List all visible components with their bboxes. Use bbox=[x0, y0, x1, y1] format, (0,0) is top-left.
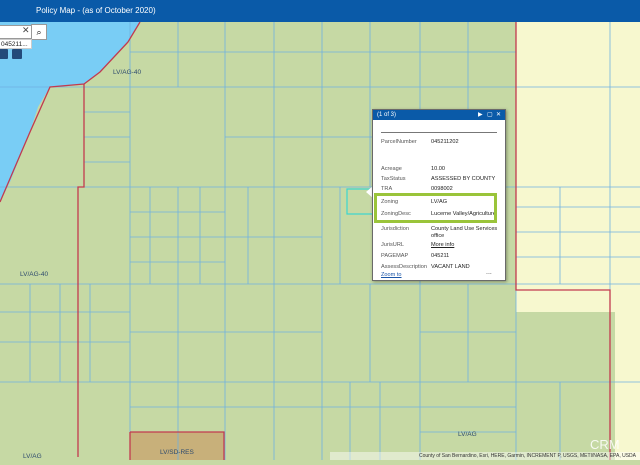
map-graphics bbox=[0, 21, 640, 460]
watermark: CRM bbox=[590, 437, 620, 452]
divider bbox=[381, 132, 497, 133]
zoom-to-link[interactable]: Zoom to bbox=[381, 272, 402, 278]
zoning-highlight-box bbox=[374, 193, 497, 223]
zone-label: LV/SD-RES bbox=[160, 449, 194, 456]
close-icon[interactable]: ✕ bbox=[22, 25, 30, 36]
map-attribution: County of San Bernardino, Esri, HERE, Ga… bbox=[330, 452, 640, 460]
more-options-button[interactable]: ... bbox=[486, 269, 492, 276]
popup-counter: (1 of 3) bbox=[377, 112, 397, 118]
search-icon: ⌕ bbox=[36, 27, 42, 37]
zone-label: LV/AG-40 bbox=[20, 271, 49, 278]
zone-label: LV/AG bbox=[458, 431, 477, 438]
app-header: Policy Map - (as of October 2020) bbox=[0, 0, 640, 22]
map-canvas[interactable]: LV/AG-40 LV/AG-40 LV/AG LV/AG LV/SD-RES bbox=[0, 21, 640, 460]
zoom-tool-button[interactable] bbox=[0, 49, 8, 59]
home-tool-button[interactable] bbox=[12, 49, 22, 59]
zone-label: LV/AG-40 bbox=[113, 69, 142, 76]
close-icon[interactable]: ✕ bbox=[496, 110, 501, 120]
search-button[interactable]: ⌕ bbox=[31, 24, 47, 40]
page-title: Policy Map - (as of October 2020) bbox=[36, 6, 156, 15]
popup-header: (1 of 3) ▶ ▢ ✕ bbox=[373, 110, 505, 120]
more-info-link[interactable]: More info bbox=[431, 242, 501, 249]
search-suggestion[interactable]: 045211... bbox=[0, 39, 32, 49]
maximize-icon[interactable]: ▢ bbox=[487, 110, 493, 120]
zone-label: LV/AG bbox=[23, 453, 42, 460]
play-icon[interactable]: ▶ bbox=[478, 110, 483, 120]
